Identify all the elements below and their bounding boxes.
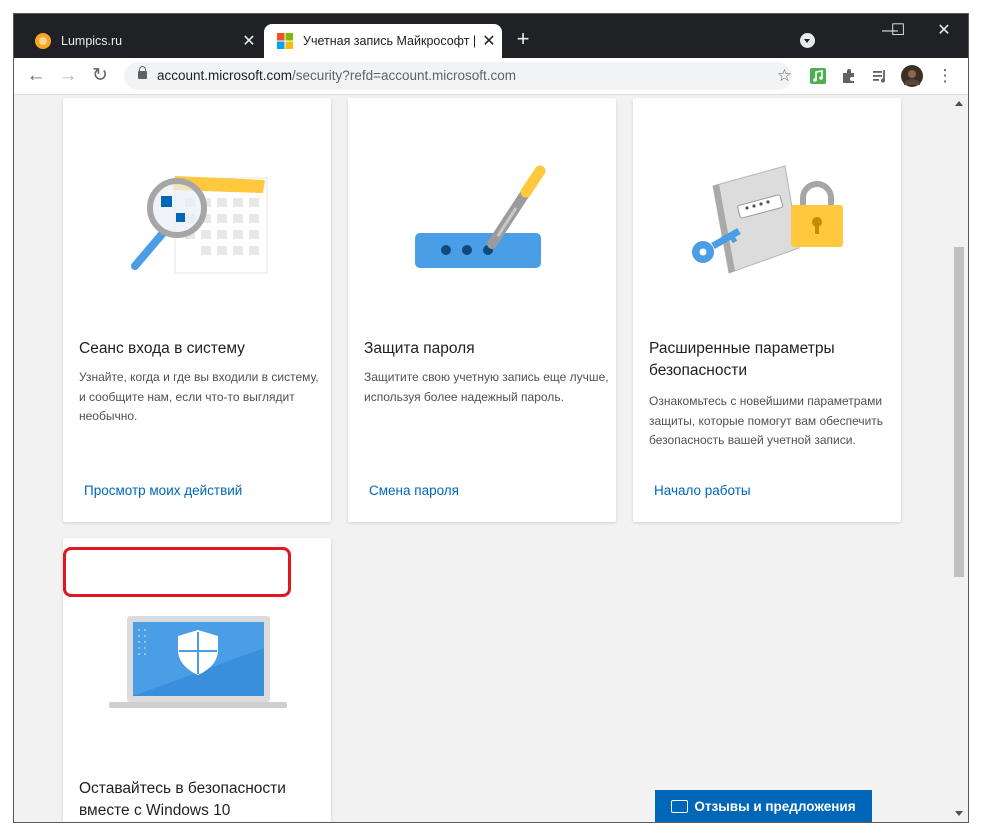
tab-search-icon[interactable] xyxy=(800,33,815,48)
card-title: Сеанс входа в систему xyxy=(79,340,245,357)
microsoft-logo-icon xyxy=(277,33,293,49)
scrollbar-thumb[interactable] xyxy=(954,247,964,577)
browser-toolbar: ← → ↻ account.microsoft.com/security?ref… xyxy=(14,58,968,95)
lumpics-favicon-icon xyxy=(35,33,51,49)
address-bar[interactable]: account.microsoft.com/security?refd=acco… xyxy=(124,62,792,90)
card-title: Защита пароля xyxy=(364,340,475,357)
card-description: Узнайте, когда и где вы входили в систем… xyxy=(79,370,319,423)
card-advanced-security: Расширенные параметры безопасности Ознак… xyxy=(633,98,901,522)
view-my-activity-link[interactable]: Просмотр моих действий xyxy=(84,483,242,498)
reload-button[interactable]: ↻ xyxy=(89,65,111,87)
bookmark-star-icon[interactable]: ☆ xyxy=(777,66,792,86)
card-password-security: Защита пароля Защитите свою учетную запи… xyxy=(348,98,616,522)
change-password-link[interactable]: Смена пароля xyxy=(369,483,459,498)
browser-window: Lumpics.ru ✕ Учетная запись Майкрософт |… xyxy=(14,14,968,822)
tab-strip: Lumpics.ru ✕ Учетная запись Майкрософт |… xyxy=(14,14,968,58)
card-title: Оставайтесь в безопасности вместе с Wind… xyxy=(79,780,286,819)
card-title: Расширенные параметры безопасности xyxy=(649,340,835,379)
browser-menu-button[interactable]: ⋮ xyxy=(934,65,956,87)
chat-bubble-icon xyxy=(671,799,689,813)
page-content: Сеанс входа в систему Узнайте, когда и г… xyxy=(14,95,951,822)
media-queue-icon[interactable] xyxy=(871,67,889,85)
notebook-lock-key-icon xyxy=(692,165,843,274)
feedback-label: Отзывы и предложения xyxy=(694,798,856,814)
extensions-puzzle-icon[interactable] xyxy=(840,67,858,85)
get-started-link[interactable]: Начало работы xyxy=(654,483,751,498)
new-tab-button[interactable]: + xyxy=(511,28,535,52)
avatar[interactable] xyxy=(901,65,923,87)
close-window-button[interactable]: ✕ xyxy=(924,20,964,42)
highlight-annotation xyxy=(63,547,291,597)
tab-close-icon[interactable]: ✕ xyxy=(476,31,502,51)
tab-close-icon[interactable]: ✕ xyxy=(236,31,262,51)
card-sign-in-activity: Сеанс входа в систему Узнайте, когда и г… xyxy=(63,98,331,522)
forward-button[interactable]: → xyxy=(57,65,79,87)
vertical-scrollbar[interactable] xyxy=(951,95,968,822)
tab-microsoft-account[interactable]: Учетная запись Майкрософт | S ✕ xyxy=(264,24,502,58)
maximize-button[interactable]: ☐ xyxy=(878,20,918,42)
magnifier-calendar-icon xyxy=(131,176,268,274)
scroll-down-arrow-icon[interactable] xyxy=(955,811,963,816)
password-pen-icon xyxy=(415,165,546,268)
card-description: Ознакомьтесь с новейшими параметрами защ… xyxy=(649,394,884,447)
music-extension-icon[interactable] xyxy=(809,67,827,85)
scroll-up-arrow-icon[interactable] xyxy=(955,101,963,106)
url-text: account.microsoft.com/security?refd=acco… xyxy=(157,68,517,83)
feedback-button[interactable]: Отзывы и предложения xyxy=(655,790,872,822)
back-button[interactable]: ← xyxy=(25,65,47,87)
tab-title: Lumpics.ru xyxy=(61,34,123,48)
tab-title: Учетная запись Майкрософт | S xyxy=(303,34,476,48)
card-description: Защитите свою учетную запись еще лучше, … xyxy=(364,370,609,404)
lock-icon xyxy=(138,66,147,79)
tab-lumpics[interactable]: Lumpics.ru ✕ xyxy=(22,24,262,58)
